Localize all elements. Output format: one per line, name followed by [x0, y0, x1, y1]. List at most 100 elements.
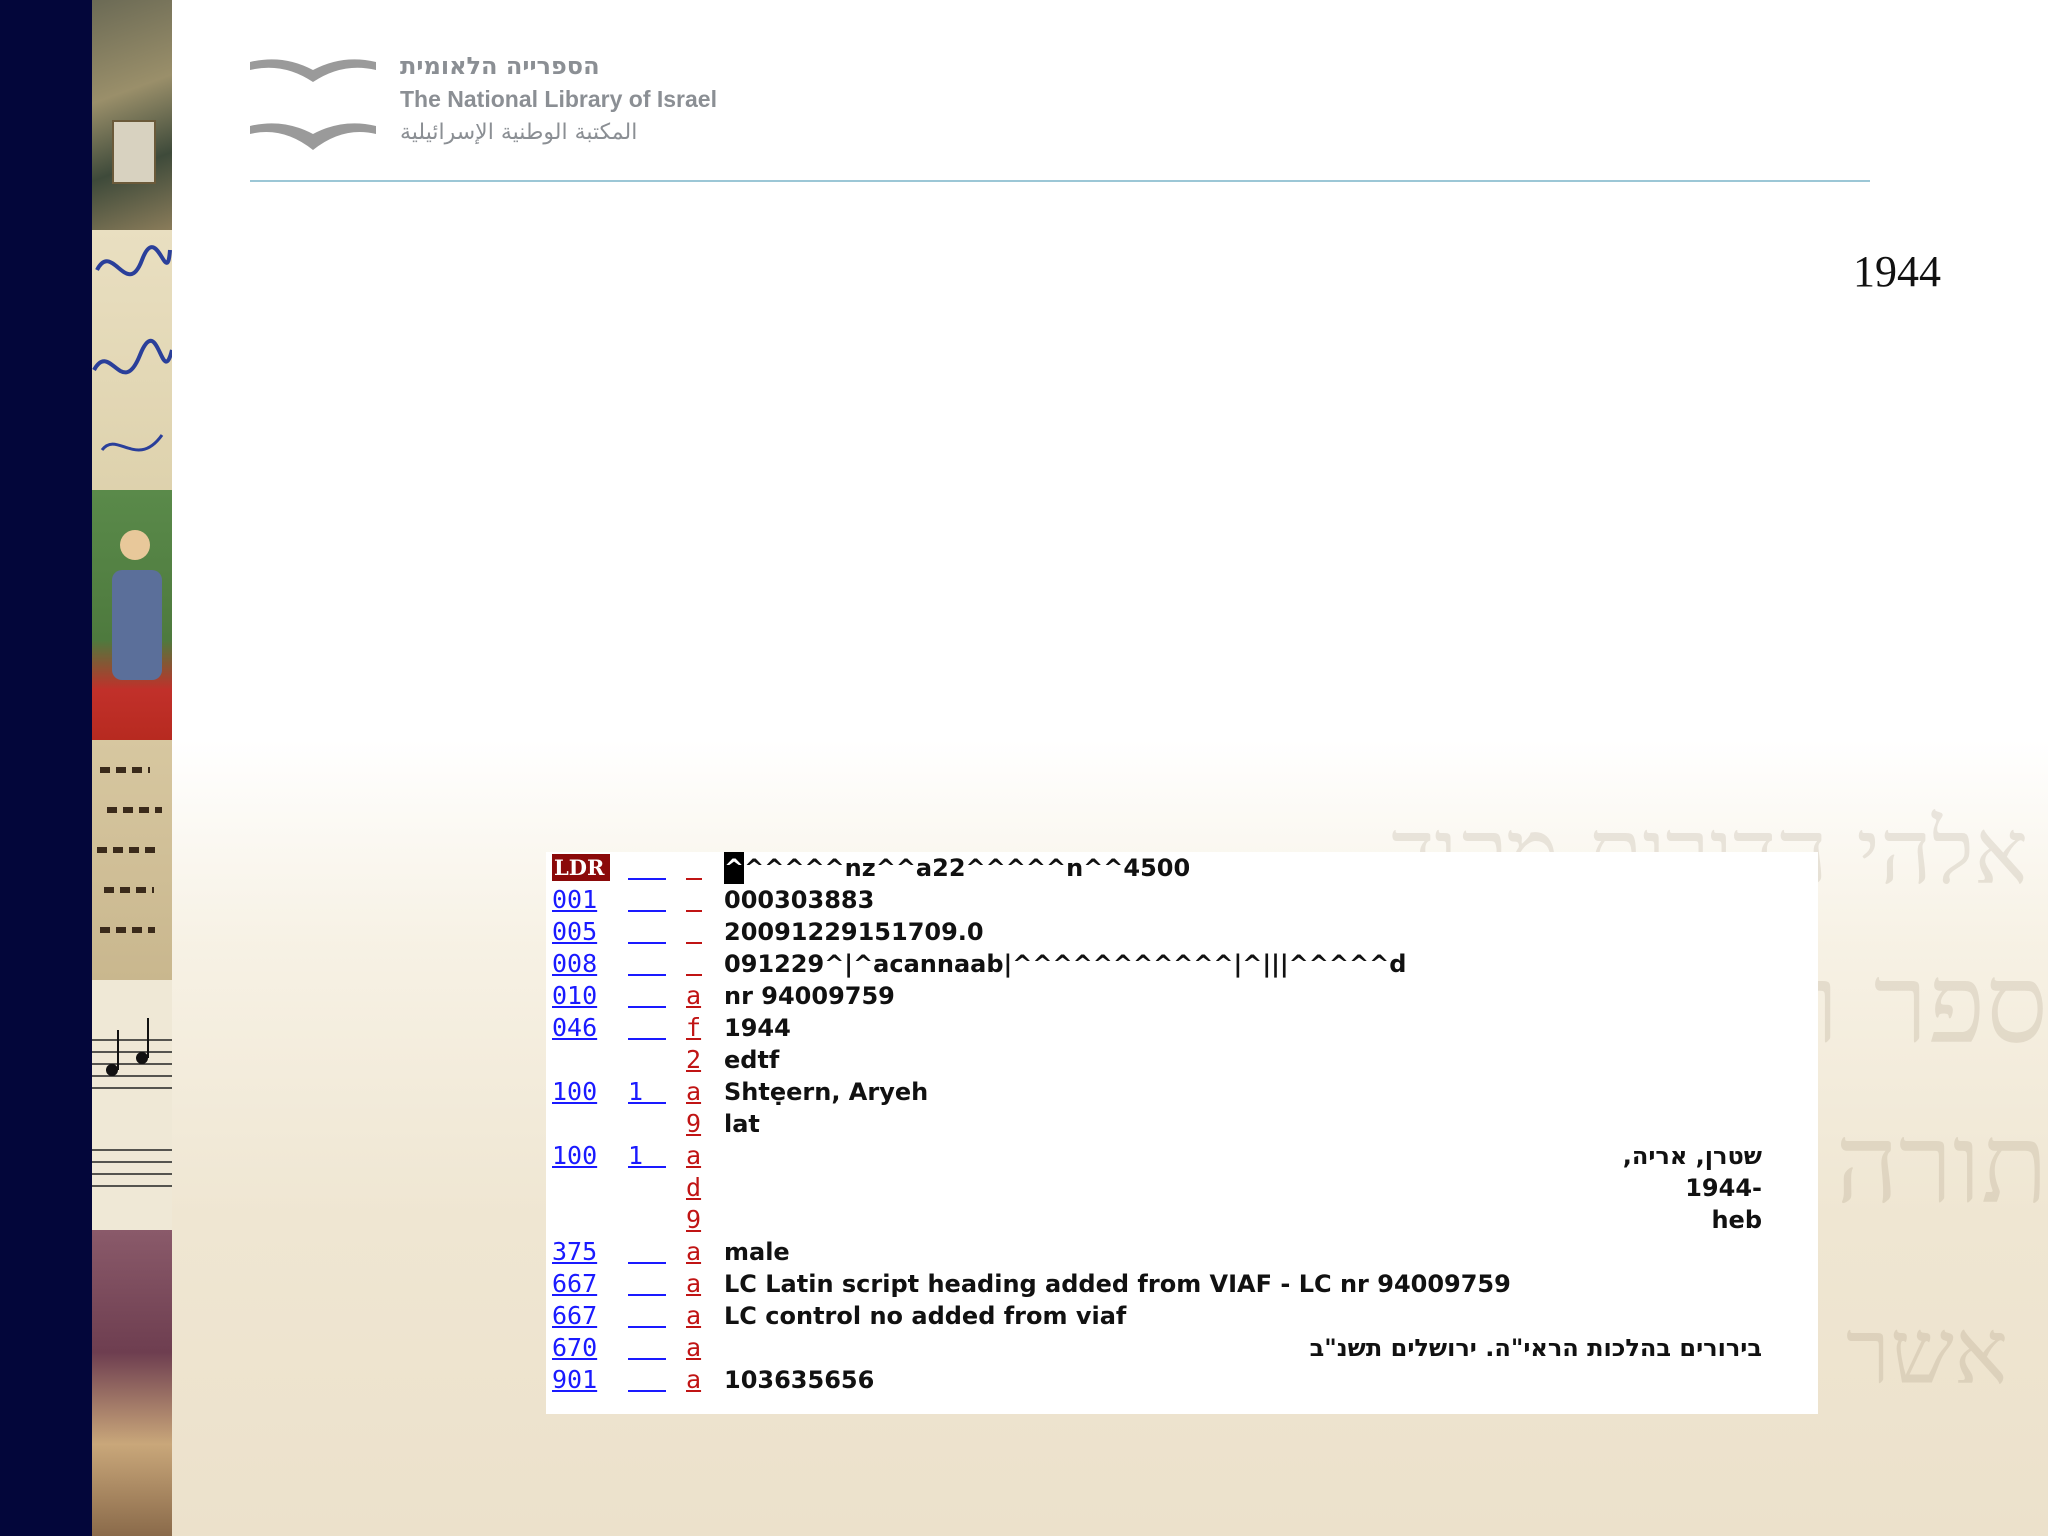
marc-row-667-b: 667 a LC control no added from viaf [546, 1300, 1818, 1332]
marc-row-046: 046 f 1944 [546, 1012, 1818, 1044]
marc-value: male [724, 1238, 790, 1266]
subfield-code[interactable]: a [686, 1364, 702, 1396]
hebrew-script-glyphs [97, 767, 162, 933]
marc-value: Shtẹern, Aryeh [724, 1078, 929, 1106]
marc-tag[interactable]: 008 [552, 948, 610, 980]
logo-arabic-text: المكتبة الوطنية الإسرائيلية [400, 120, 638, 145]
marc-tag[interactable]: 046 [552, 1012, 610, 1044]
marc-record-panel: LDR ^^^^^^nz^^a22^^^^^n^^4500 001 000303… [546, 852, 1818, 1414]
subfield-code[interactable]: a [686, 1300, 702, 1332]
subfield-code[interactable]: a [686, 980, 702, 1012]
marc-row-670: 670 a בירורים בהלכות הראי"ה. ירושלים תשנ… [546, 1332, 1818, 1364]
indicator-blank [628, 910, 666, 912]
indicator-blank [628, 1390, 666, 1392]
marc-row-100-heb-d: d 1944- [546, 1172, 1818, 1204]
music-staff-glyphs [92, 1018, 172, 1187]
marc-value-text: ^^^^^nz^^a22^^^^^n^^4500 [744, 854, 1191, 882]
marc-row-010: 010 a nr 94009759 [546, 980, 1818, 1012]
marc-value: 1944 [724, 1014, 791, 1042]
marc-value: edtf [724, 1046, 780, 1074]
subfield-code[interactable]: d [686, 1172, 702, 1204]
subfield-code[interactable]: 2 [686, 1044, 702, 1076]
subfield-code[interactable]: a [686, 1332, 702, 1364]
marc-row-667-a: 667 a LC Latin script heading added from… [546, 1268, 1818, 1300]
strip-building [112, 120, 156, 184]
indicator-blank [628, 1262, 666, 1264]
indicator-blank [628, 1294, 666, 1296]
marc-value: שטרן, אריה, [1622, 1142, 1762, 1170]
indicator-blank [628, 974, 666, 976]
marc-value: 103635656 [724, 1366, 875, 1394]
marc-value: lat [724, 1110, 760, 1138]
subfield-code[interactable]: a [686, 1076, 702, 1108]
indicator-blank [628, 942, 666, 944]
marc-row-100-lat-9: 9 lat [546, 1108, 1818, 1140]
marc-row-100-heb-9: 9 heb [546, 1204, 1818, 1236]
strip-painting-bottom [92, 1230, 172, 1536]
marc-tag[interactable]: 667 [552, 1268, 610, 1300]
subfield-code[interactable]: a [686, 1236, 702, 1268]
strip-manuscript-blue [92, 230, 172, 490]
indicator-blank [628, 1038, 666, 1040]
indicator-blank [628, 1326, 666, 1328]
marc-value: 000303883 [724, 886, 875, 914]
marc-value: LC control no added from viaf [724, 1302, 1127, 1330]
open-book-icon [250, 59, 376, 150]
marc-tag[interactable]: 670 [552, 1332, 610, 1364]
header-divider [250, 180, 1870, 182]
marc-tag[interactable]: 005 [552, 916, 610, 948]
marc-row-046-2: 2 edtf [546, 1044, 1818, 1076]
marc-tag[interactable]: 375 [552, 1236, 610, 1268]
indicator-blank [628, 1006, 666, 1008]
marc-row-005: 005 20091229151709.0 [546, 916, 1818, 948]
subfield-code[interactable]: a [686, 1140, 702, 1172]
marc-tag[interactable]: 001 [552, 884, 610, 916]
marc-row-901: 901 a 103635656 [546, 1364, 1818, 1396]
subfield-code[interactable]: f [686, 1012, 702, 1044]
strip-hebrew-manuscript [92, 740, 172, 980]
strip-miniature-painting [92, 490, 172, 740]
marc-value: ^^^^^^nz^^a22^^^^^n^^4500 [724, 852, 1190, 884]
marc-row-ldr: LDR ^^^^^^nz^^a22^^^^^n^^4500 [546, 852, 1818, 884]
subfield-blank [686, 878, 702, 880]
strip-music-score [92, 980, 172, 1230]
logo-hebrew-text: הספרייה הלאומית [400, 52, 600, 80]
marc-value: 20091229151709.0 [724, 918, 984, 946]
subfield-blank [686, 974, 702, 976]
marc-value: nr 94009759 [724, 982, 895, 1010]
left-navy-band [0, 0, 92, 1536]
marc-tag[interactable]: 100 [552, 1140, 610, 1172]
strip-painting-top [92, 0, 172, 230]
marc-value: LC Latin script heading added from VIAF … [724, 1270, 1511, 1298]
decorative-image-strip [92, 0, 172, 1536]
slide-title: 1944 [1853, 247, 1941, 296]
marc-tag[interactable]: 100 [552, 1076, 610, 1108]
marc-row-008: 008 091229^|^acannaab|^^^^^^^^^^^|^|||^^… [546, 948, 1818, 980]
marc-value: heb [1711, 1206, 1762, 1234]
marc-row-100-heb: 100 1 a שטרן, אריה, [546, 1140, 1818, 1172]
marc-tag[interactable]: 010 [552, 980, 610, 1012]
marc-row-001: 001 000303883 [546, 884, 1818, 916]
figure-body [112, 570, 162, 680]
marc-row-375: 375 a male [546, 1236, 1818, 1268]
marc-tag[interactable]: 901 [552, 1364, 610, 1396]
marc-value: בירורים בהלכות הראי"ה. ירושלים תשנ"ב [1309, 1334, 1762, 1362]
text-cursor: ^ [724, 852, 745, 884]
subfield-code[interactable]: 9 [686, 1204, 702, 1236]
indicator-underline [628, 1102, 666, 1104]
indicator-underline [628, 1166, 666, 1168]
indicator-blank [628, 1358, 666, 1360]
handwriting-glyphs [92, 245, 172, 452]
marc-value: 1944- [1685, 1174, 1762, 1202]
marc-tag[interactable]: 667 [552, 1300, 610, 1332]
subfield-blank [686, 942, 702, 944]
subfield-blank [686, 910, 702, 912]
indicator-blank [628, 878, 666, 880]
marc-row-100-lat: 100 1 a Shtẹern, Aryeh [546, 1076, 1818, 1108]
marc-value: 091229^|^acannaab|^^^^^^^^^^^|^|||^^^^^d [724, 950, 1407, 978]
logo-english-text: The National Library of Israel [400, 86, 717, 112]
subfield-code[interactable]: 9 [686, 1108, 702, 1140]
subfield-code[interactable]: a [686, 1268, 702, 1300]
figure-head [120, 530, 150, 560]
marc-tag[interactable]: LDR [552, 854, 610, 881]
